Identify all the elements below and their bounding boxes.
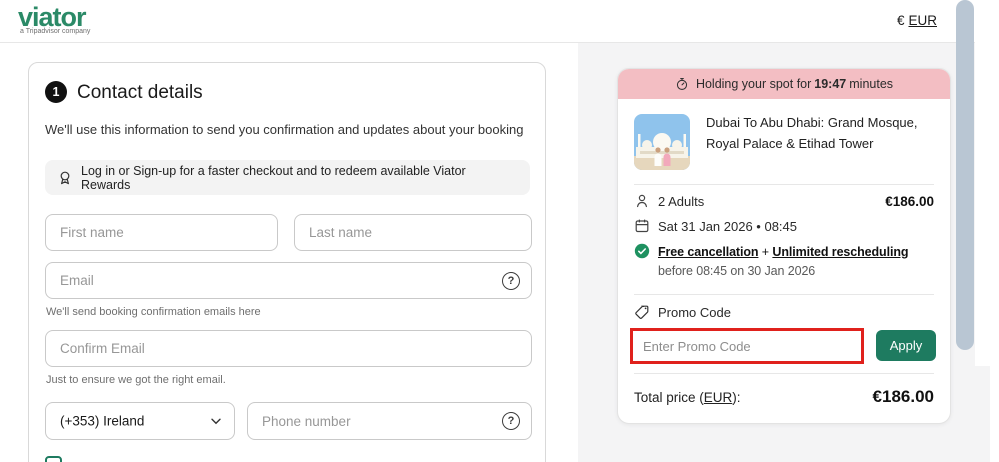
scrollbar-track[interactable] xyxy=(975,0,999,366)
booking-summary-card: Holding your spot for 19:47 minutes Dubai … xyxy=(617,68,951,424)
contact-details-subtitle: We'll use this information to send you c… xyxy=(45,122,524,137)
rewards-medal-icon xyxy=(57,170,73,186)
travelers-row: 2 Adults €186.00 xyxy=(634,193,934,209)
confirm-email-hint: Just to ensure we got the right email. xyxy=(46,374,226,386)
header: viator a Tripadvisor company € EUR xyxy=(0,0,999,43)
chevron-down-icon xyxy=(208,413,224,429)
promo-code-label: Promo Code xyxy=(658,304,731,320)
contact-details-title: Contact details xyxy=(77,82,203,103)
scrollbar-thumb[interactable] xyxy=(956,0,974,350)
holding-spot-banner: Holding your spot for 19:47 minutes xyxy=(618,69,950,99)
phone-help-icon[interactable]: ? xyxy=(502,412,520,430)
confirm-email-field xyxy=(45,330,532,367)
travelers-count: 2 Adults xyxy=(658,193,705,209)
phone-number-input[interactable] xyxy=(248,403,531,439)
login-signup-banner[interactable]: Log in or Sign-up for a faster checkout … xyxy=(45,160,530,195)
viator-logo-text: viator xyxy=(18,2,87,32)
free-cancellation-link[interactable]: Free cancellation xyxy=(658,245,759,259)
viator-logo[interactable]: viator a Tripadvisor company xyxy=(18,2,91,36)
divider xyxy=(634,184,934,185)
apply-promo-button[interactable]: Apply xyxy=(876,330,936,361)
currency-symbol: € xyxy=(896,13,905,28)
date-row: Sat 31 Jan 2026 • 08:45 xyxy=(634,218,797,234)
currency-selector[interactable]: € EUR xyxy=(897,13,937,28)
promo-code-input[interactable] xyxy=(633,331,861,361)
total-price-label: Total price (EUR): xyxy=(634,389,741,405)
viator-logo-subtitle: a Tripadvisor company xyxy=(20,28,91,35)
email-hint: We'll send booking confirmation emails h… xyxy=(46,306,261,318)
last-name-input[interactable] xyxy=(295,215,531,250)
country-code-select[interactable]: (+353) Ireland xyxy=(45,402,235,440)
email-field: ? xyxy=(45,262,532,299)
mosque-thumbnail-art xyxy=(634,114,690,170)
login-signup-text: Log in or Sign-up for a faster checkout … xyxy=(81,163,466,192)
product-title: Dubai To Abu Dhabi: Grand Mosque, Royal … xyxy=(706,115,918,151)
email-help-icon[interactable]: ? xyxy=(502,271,520,290)
check-circle-icon xyxy=(634,243,650,259)
confirm-email-input[interactable] xyxy=(46,331,531,366)
holding-text: Holding your spot for 19:47 minutes xyxy=(695,77,894,91)
last-name-field xyxy=(294,214,532,251)
booking-datetime: Sat 31 Jan 2026 • 08:45 xyxy=(658,218,797,234)
country-code-value: (+353) Ireland xyxy=(60,413,145,429)
product-thumbnail xyxy=(634,114,690,170)
travelers-price: €186.00 xyxy=(885,193,934,209)
email-input[interactable] xyxy=(46,263,531,298)
promo-code-label-row: Promo Code xyxy=(634,304,731,320)
promo-input-highlight xyxy=(630,328,864,364)
first-name-field xyxy=(45,214,278,251)
divider xyxy=(634,294,934,295)
divider xyxy=(634,373,934,374)
total-price-amount: €186.00 xyxy=(872,387,934,406)
person-icon xyxy=(634,193,650,209)
holding-countdown: 19:47 xyxy=(814,77,847,91)
first-name-input[interactable] xyxy=(46,215,277,250)
unlimited-rescheduling-link[interactable]: Unlimited rescheduling xyxy=(772,245,908,259)
stopwatch-icon xyxy=(675,77,689,91)
cancellation-row: Free cancellation + Unlimited rescheduli… xyxy=(634,243,941,282)
consent-checkbox[interactable] xyxy=(45,456,62,462)
step-number-badge: 1 xyxy=(45,81,67,103)
phone-number-field: ? xyxy=(247,402,532,440)
calendar-icon xyxy=(634,218,650,234)
contact-details-card: 1 Contact details We'll use this informa… xyxy=(28,62,546,462)
total-currency-link[interactable]: EUR xyxy=(704,390,733,405)
total-price-row: Total price (EUR): €186.00 xyxy=(634,387,934,407)
cancellation-policy-text: Free cancellation + Unlimited rescheduli… xyxy=(658,245,909,279)
tag-icon xyxy=(634,304,650,320)
currency-code: EUR xyxy=(908,13,937,28)
